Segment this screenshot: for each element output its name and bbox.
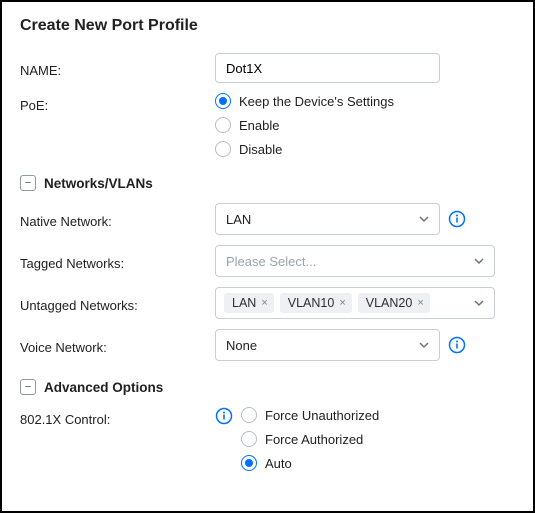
tag-remove-icon[interactable]: × [339,297,345,309]
networks-section-title: Networks/VLANs [44,176,153,191]
info-icon[interactable] [215,407,233,425]
untagged-networks-row: Untagged Networks: LAN × VLAN10 × VLAN20… [20,287,515,319]
poe-radio-keep[interactable]: Keep the Device's Settings [215,93,515,109]
collapse-icon[interactable]: − [20,379,36,395]
name-input[interactable] [215,53,440,83]
voice-network-label: Voice Network: [20,335,215,355]
dot1x-radio-force-unauthorized[interactable]: Force Unauthorized [241,407,379,423]
name-label: NAME: [20,58,215,78]
tag-remove-icon[interactable]: × [417,297,423,309]
tag-remove-icon[interactable]: × [261,297,267,309]
radio-icon [215,93,231,109]
chevron-down-icon [474,298,484,308]
radio-icon [215,117,231,133]
info-icon[interactable] [448,336,466,354]
tag-vlan10: VLAN10 × [280,293,352,313]
radio-icon [215,141,231,157]
radio-icon [241,455,257,471]
collapse-icon[interactable]: − [20,175,36,191]
chevron-down-icon [474,256,484,266]
info-icon[interactable] [448,210,466,228]
name-row: NAME: [20,53,515,83]
poe-label: PoE: [20,93,215,113]
dot1x-radio-auto[interactable]: Auto [241,455,379,471]
poe-radio-disable[interactable]: Disable [215,141,515,157]
tag-vlan20: VLAN20 × [358,293,430,313]
radio-icon [241,407,257,423]
native-network-select[interactable]: LAN [215,203,440,235]
untagged-networks-select[interactable]: LAN × VLAN10 × VLAN20 × [215,287,495,319]
advanced-section-title: Advanced Options [44,380,163,395]
native-network-row: Native Network: LAN [20,203,515,235]
radio-icon [241,431,257,447]
chevron-down-icon [419,340,429,350]
tagged-networks-row: Tagged Networks: Please Select... [20,245,515,277]
poe-radio-enable[interactable]: Enable [215,117,515,133]
poe-row: PoE: Keep the Device's Settings Enable D… [20,93,515,157]
networks-section-header: − Networks/VLANs [20,175,515,191]
voice-network-select[interactable]: None [215,329,440,361]
advanced-section-header: − Advanced Options [20,379,515,395]
tag-lan: LAN × [224,293,274,313]
untagged-networks-label: Untagged Networks: [20,293,215,313]
tagged-networks-label: Tagged Networks: [20,251,215,271]
page-title: Create New Port Profile [20,17,515,35]
dot1x-row: 802.1X Control: Force Unauthorized Force… [20,407,515,471]
voice-network-row: Voice Network: None [20,329,515,361]
dot1x-radio-force-authorized[interactable]: Force Authorized [241,431,379,447]
dot1x-label: 802.1X Control: [20,407,215,427]
tagged-networks-select[interactable]: Please Select... [215,245,495,277]
chevron-down-icon [419,214,429,224]
port-profile-panel: Create New Port Profile NAME: PoE: Keep … [0,0,535,513]
native-network-label: Native Network: [20,209,215,229]
